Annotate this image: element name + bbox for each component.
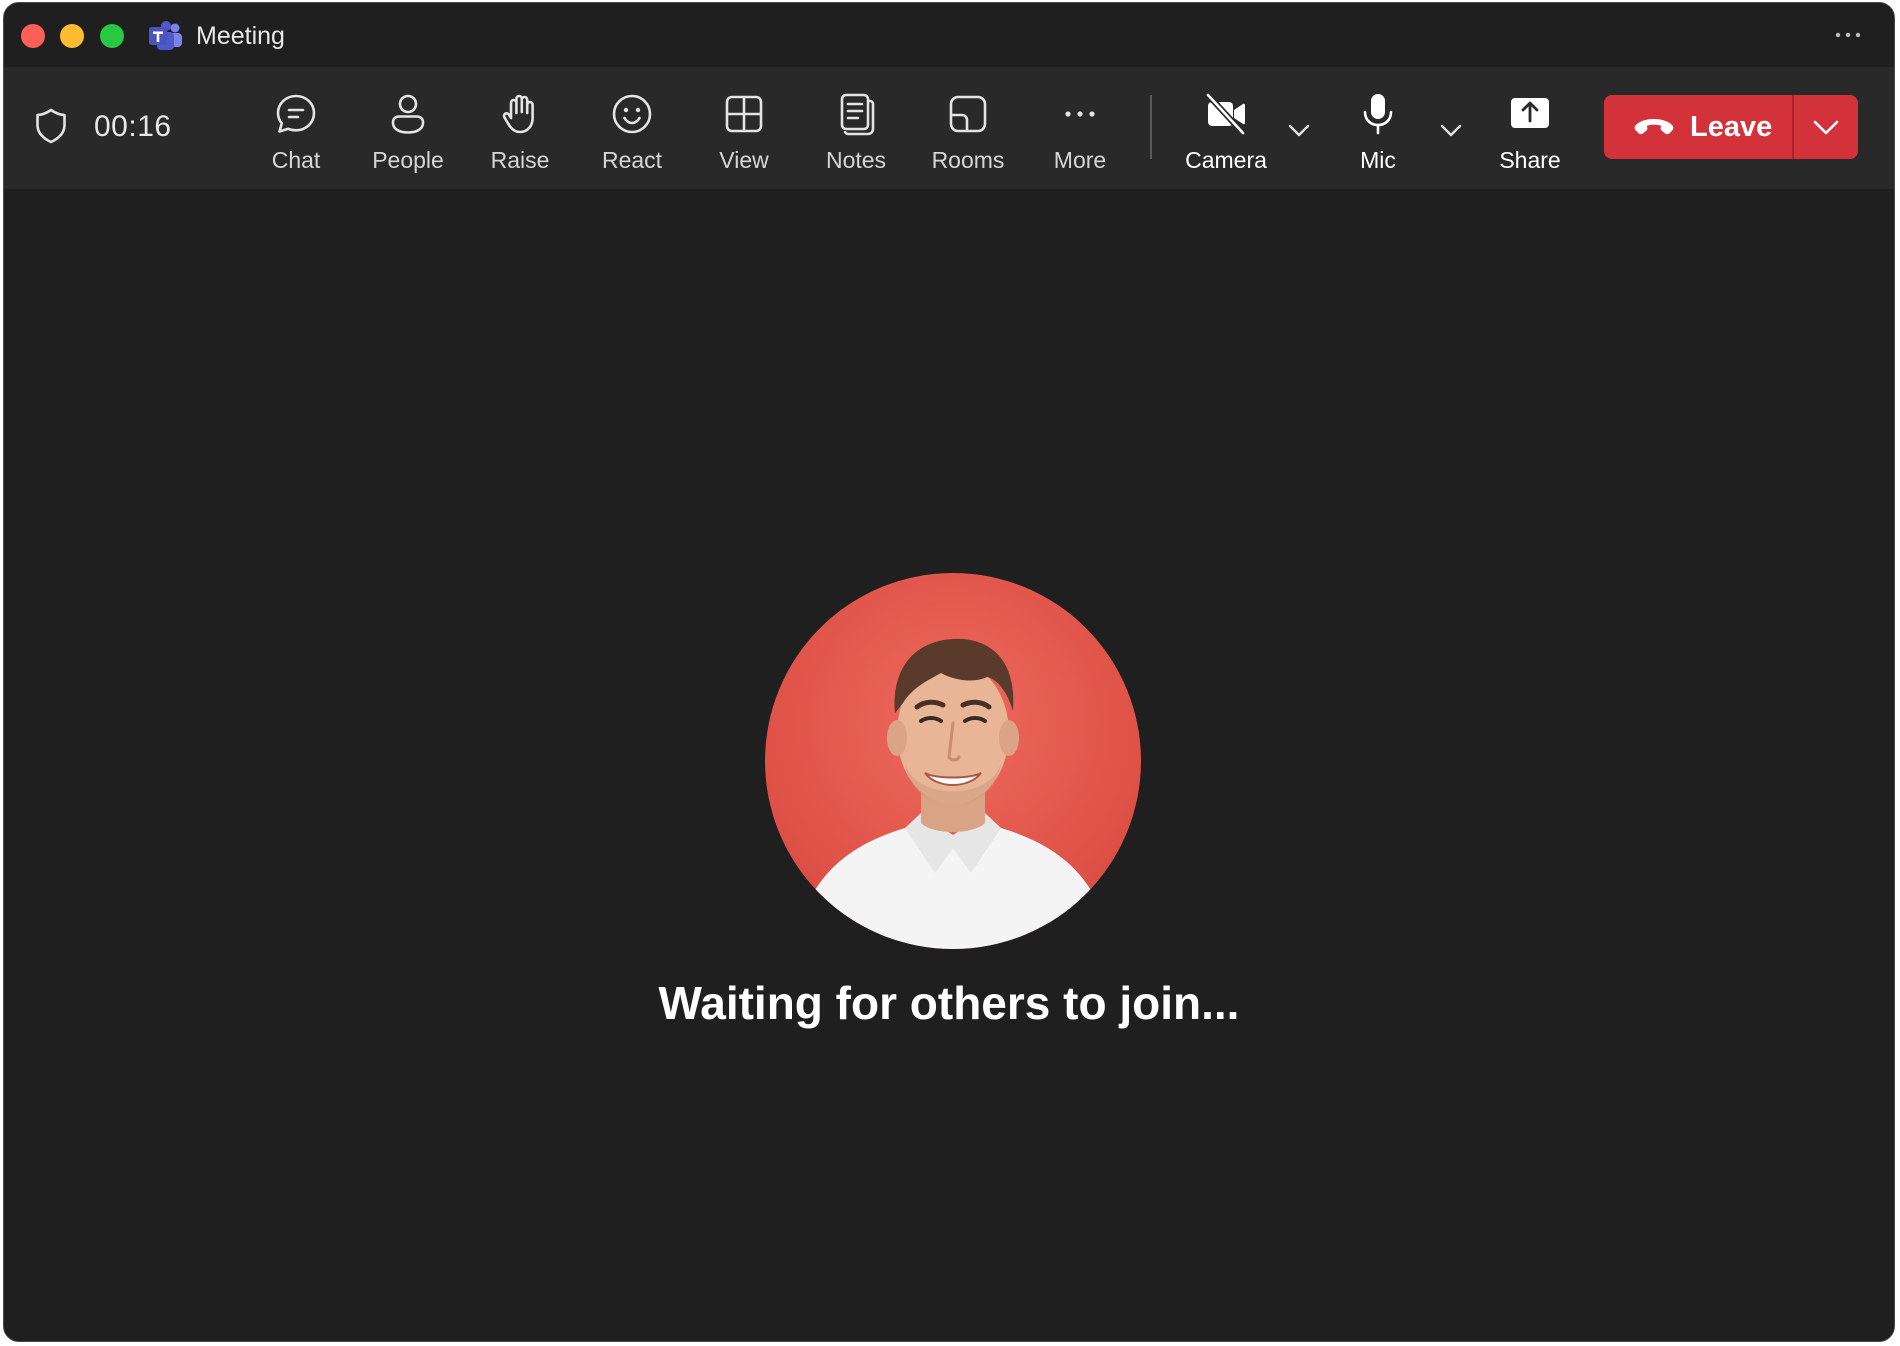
mic-options-button[interactable] [1436, 115, 1466, 145]
share-button[interactable]: Share [1480, 87, 1580, 177]
leave-button-group: Leave [1604, 95, 1858, 159]
leave-label: Leave [1690, 111, 1773, 143]
react-icon [612, 94, 652, 134]
view-label: View [719, 147, 769, 173]
participant-avatar [765, 573, 1141, 949]
people-label: People [372, 147, 444, 173]
title-bar: Meeting [4, 3, 1894, 67]
view-grid-icon [725, 95, 763, 133]
window-title: Meeting [196, 22, 285, 50]
people-button[interactable]: People [358, 87, 458, 177]
meeting-toolbar: 00:16 Chat People Raise React View Notes… [4, 67, 1894, 189]
share-icon [1511, 98, 1549, 128]
notes-icon [840, 93, 875, 136]
window-more-options-icon[interactable] [1832, 19, 1864, 51]
close-window-button[interactable] [21, 24, 45, 48]
chat-button[interactable]: Chat [246, 87, 346, 177]
chevron-down-icon [1813, 120, 1839, 135]
share-label: Share [1499, 147, 1561, 173]
maximize-window-button[interactable] [100, 24, 124, 48]
chevron-down-icon [1288, 124, 1310, 137]
people-icon [391, 94, 425, 134]
raise-hand-icon [502, 94, 534, 134]
raise-hand-button[interactable]: Raise [470, 87, 570, 177]
chevron-down-icon [1440, 124, 1462, 137]
notes-label: Notes [825, 147, 887, 173]
more-button[interactable]: More [1030, 87, 1130, 177]
camera-off-icon [1205, 92, 1246, 136]
notes-button[interactable]: Notes [806, 87, 906, 177]
participant-photo [765, 573, 1141, 949]
rooms-icon [949, 95, 987, 133]
waiting-status-text: Waiting for others to join... [658, 977, 1240, 1029]
teams-logo-icon [149, 21, 182, 50]
mic-label: Mic [1360, 147, 1396, 173]
rooms-label: Rooms [931, 147, 1005, 173]
react-label: React [601, 147, 663, 173]
meeting-timer: 00:16 [94, 110, 172, 143]
raise-label: Raise [490, 147, 550, 173]
hang-up-icon [1634, 119, 1674, 135]
camera-options-button[interactable] [1284, 115, 1314, 145]
camera-button[interactable]: Camera [1176, 87, 1276, 177]
camera-label: Camera [1185, 147, 1267, 173]
chat-label: Chat [271, 147, 321, 173]
leave-button[interactable]: Leave [1604, 95, 1792, 159]
rooms-button[interactable]: Rooms [918, 87, 1018, 177]
view-button[interactable]: View [694, 87, 794, 177]
react-button[interactable]: React [582, 87, 682, 177]
meeting-stage: Waiting for others to join... [4, 189, 1894, 1341]
shield-icon[interactable] [34, 107, 68, 145]
microphone-icon [1363, 94, 1393, 135]
minimize-window-button[interactable] [60, 24, 84, 48]
chat-icon [276, 94, 316, 133]
mic-button[interactable]: Mic [1328, 87, 1428, 177]
more-label: More [1053, 147, 1107, 173]
meeting-window: Meeting 00:16 Chat People Raise React Vi… [3, 2, 1895, 1342]
toolbar-divider [1150, 95, 1152, 159]
more-icon [1065, 111, 1095, 117]
leave-options-button[interactable] [1794, 95, 1858, 159]
